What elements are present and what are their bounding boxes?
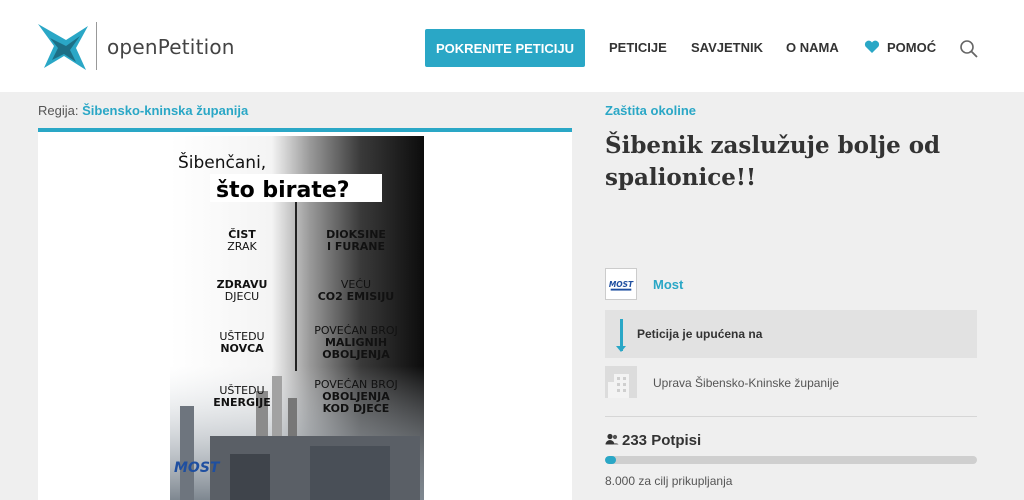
svg-text:MOST: MOST [609,280,634,289]
author-logo-icon[interactable]: MOST [605,268,637,300]
poster-right-3c: KOD DJECE [323,402,390,415]
author-name[interactable]: Most [653,277,683,292]
logo-icon[interactable] [36,20,92,72]
petition-poster-image: Šibenčani, što birate? ČIST ZRAK ZDRAVU … [170,136,424,500]
signature-progress-fill [605,456,616,464]
site-header: openPetition POKRENITE PETICIJU PETICIJE… [0,0,1024,92]
poster-left-2b: NOVCA [220,342,264,355]
region-line: Regija: Šibensko-kninska županija [38,103,248,118]
nav-petitions[interactable]: PETICIJE [609,40,667,55]
addressed-label: Peticija je upućena na [637,327,763,341]
nav-advisor[interactable]: SAVJETNIK [691,40,763,55]
poster-left-3b: ENERGIJE [213,396,270,409]
recipient-name: Uprava Šibensko-Kninske županije [653,376,840,390]
poster-right-1b: CO2 EMISIJU [318,290,395,303]
addressed-to-box: Peticija je upućena na [605,310,977,358]
nav-help[interactable]: POMOĆ [887,40,936,55]
petition-image-panel: Šibenčani, što birate? ČIST ZRAK ZDRAVU … [38,128,572,500]
section-divider [605,416,977,417]
poster-left-1b: DJECU [225,290,259,303]
poster-brand: MOST [174,460,221,476]
petition-category[interactable]: Zaštita okoline [605,103,696,118]
logo-text[interactable]: openPetition [107,35,235,59]
building-icon [605,366,637,398]
users-icon [605,433,619,445]
signature-progress-bar [605,456,977,464]
search-icon[interactable] [959,39,978,58]
poster-line1: Šibenčani, [178,151,266,173]
poster-left-0b: ZRAK [227,240,257,253]
start-petition-button[interactable]: POKRENITE PETICIJU [425,29,585,67]
region-link[interactable]: Šibensko-kninska županija [82,103,248,118]
logo-divider [96,22,97,70]
petition-title: Šibenik zaslužuje bolje od spalionice!! [605,132,941,191]
signature-goal: 8.000 za cilj prikupljanja [605,474,733,488]
region-label: Regija: [38,103,79,118]
nav-about[interactable]: O NAMA [786,40,839,55]
poster-right-0b: I FURANE [327,240,385,253]
heart-icon [864,40,880,53]
poster-right-2c: OBOLJENJA [322,348,390,361]
arrow-down-icon [616,346,626,352]
signature-count: 233 Potpisi [622,432,702,449]
poster-line2: što birate? [216,178,350,203]
